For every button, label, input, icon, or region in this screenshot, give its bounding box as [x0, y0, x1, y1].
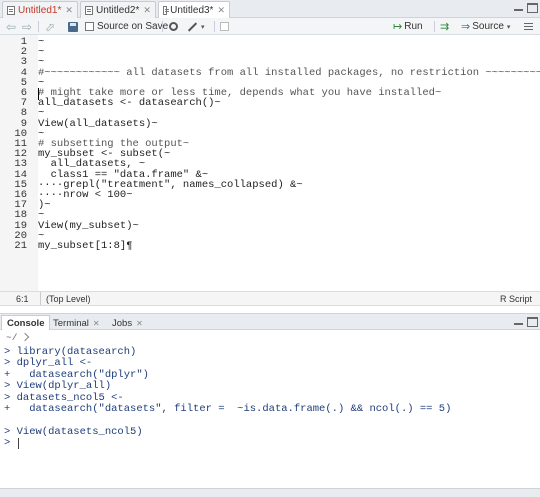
console-line: + datasearch("datasets", filter = ~is.da… [4, 403, 452, 415]
text-cursor [38, 88, 39, 100]
find-replace-button[interactable] [169, 20, 178, 33]
console-line: > datasets_ncol5 <- [4, 391, 124, 404]
popout-icon: ⬀ [45, 19, 56, 34]
tab-label: Terminal [53, 317, 89, 329]
close-icon[interactable]: ✕ [65, 5, 73, 16]
r-file-icon [85, 5, 93, 15]
close-icon[interactable]: ✕ [217, 5, 225, 16]
r-file-icon [163, 6, 170, 15]
code-area[interactable]: ~ ~ ~ #~~~~~~~~~~~~ all datasets from all i… [38, 35, 540, 291]
tab-terminal[interactable]: Terminal ✕ [53, 316, 100, 330]
maximize-pane-button[interactable] [527, 317, 538, 327]
code-editor[interactable]: 1 2 3 4 5 6 7 8 9 10 11 12 13 14 15 16 17 18 19 20 21 ~ ~ ~ #~~… [0, 35, 540, 291]
console-line: > dplyr_all <- [4, 357, 93, 370]
notebook-icon [220, 22, 229, 31]
chevron-down-icon: ▾ [506, 23, 511, 31]
source-tab-bar: Untitled1* ✕ Untitled2* ✕ Untitled3* ✕ [0, 0, 540, 19]
arrow-right-icon: ⇨ [22, 19, 33, 34]
search-icon [169, 22, 178, 31]
back-button[interactable]: ⇦ [6, 20, 18, 33]
code-line: View(my_subset)~ [38, 219, 139, 232]
close-icon[interactable]: ✕ [143, 5, 151, 16]
console-tab-bar: Console Terminal ✕ Jobs ✕ [0, 313, 540, 331]
console-line: > [4, 437, 17, 450]
run-label: Run [404, 21, 423, 32]
code-line: View(all_datasets)~ [38, 117, 158, 130]
console-line: > View(datasets_ncol5) [4, 425, 143, 438]
scope-selector[interactable]: (Top Level) [46, 294, 91, 304]
console-line: > View(dplyr_all) [4, 380, 112, 393]
go-to-directory-icon[interactable] [20, 332, 30, 342]
rerun-icon: ⇉ [440, 21, 450, 33]
tab-untitled1[interactable]: Untitled1* ✕ [2, 1, 78, 18]
close-icon[interactable]: ✕ [136, 319, 143, 328]
console-cursor [18, 438, 19, 450]
source-label: Source [472, 21, 504, 32]
r-file-icon [7, 5, 15, 15]
forward-button[interactable]: ⇨ [22, 20, 34, 33]
file-type-selector[interactable]: R Script [500, 294, 532, 304]
code-line: ····nrow < 100~ [38, 189, 133, 201]
source-button[interactable]: ⇒ Source ▾ [461, 20, 510, 33]
tab-label: Console [7, 318, 45, 329]
toolbar-divider [162, 21, 163, 32]
maximize-pane-button[interactable] [527, 3, 538, 13]
toolbar-divider [214, 21, 215, 32]
pane-bottom-border [0, 488, 540, 497]
code-line: my_subset[1:8]¶ [38, 240, 133, 252]
minimize-pane-button[interactable] [513, 3, 524, 13]
working-directory: ~/ [6, 332, 18, 343]
tab-label: Untitled1* [18, 4, 62, 16]
run-arrow-icon: ↦ [393, 21, 403, 33]
tab-console[interactable]: Console [1, 315, 51, 331]
tab-untitled3[interactable]: Untitled3* ✕ [158, 1, 230, 19]
rerun-button[interactable]: ⇉ [440, 20, 451, 33]
run-button[interactable]: ↦ Run [393, 20, 423, 33]
arrow-left-icon: ⇦ [6, 19, 17, 34]
save-button[interactable] [68, 20, 78, 33]
source-on-save-checkbox[interactable]: Source on Save [85, 20, 168, 33]
console-line: > library(datasearch) [4, 346, 137, 358]
console-output[interactable]: ~/ > library(datasearch) > dplyr_all <- + … [0, 330, 540, 497]
tab-untitled2[interactable]: Untitled2* ✕ [80, 1, 156, 18]
source-on-save-label: Source on Save [97, 21, 169, 32]
status-divider [40, 292, 41, 305]
editor-status-bar: 6:1 (Top Level) R Script [0, 291, 540, 306]
compile-report-button[interactable] [220, 20, 232, 33]
chevron-down-icon: ▾ [201, 23, 205, 31]
cursor-position: 6:1 [16, 294, 29, 304]
checkbox-icon [85, 22, 94, 31]
minimize-pane-button[interactable] [513, 317, 524, 327]
tab-label: Untitled3* [170, 5, 214, 16]
toolbar-divider [434, 21, 435, 32]
tab-label: Untitled2* [96, 4, 140, 16]
console-line: + datasearch("dplyr") [4, 368, 149, 381]
source-arrow-icon: ⇒ [461, 21, 471, 33]
code-line: #~~~~~~~~~~~~ all datasets from all inst… [38, 66, 540, 79]
tab-label: Jobs [112, 317, 133, 329]
code-line: all_datasets <- datasearch()~ [38, 97, 221, 110]
document-outline-button[interactable] [524, 20, 533, 33]
code-tools-button[interactable]: ▾ [187, 20, 205, 33]
close-icon[interactable]: ✕ [93, 319, 100, 328]
outline-icon [524, 23, 533, 30]
toolbar-divider [38, 21, 39, 32]
wand-icon [187, 21, 198, 32]
tab-jobs[interactable]: Jobs ✕ [112, 316, 143, 330]
line-number: 21 [14, 240, 27, 252]
show-in-window-button[interactable]: ⬀ [45, 20, 57, 33]
line-number-gutter: 1 2 3 4 5 6 7 8 9 10 11 12 13 14 15 16 17 18 19 20 21 [0, 35, 38, 291]
source-toolbar: ⇦ ⇨ ⬀ Source on Save ▾ ↦ Run ⇉ ⇒ Source … [0, 18, 540, 35]
save-icon [68, 21, 78, 32]
